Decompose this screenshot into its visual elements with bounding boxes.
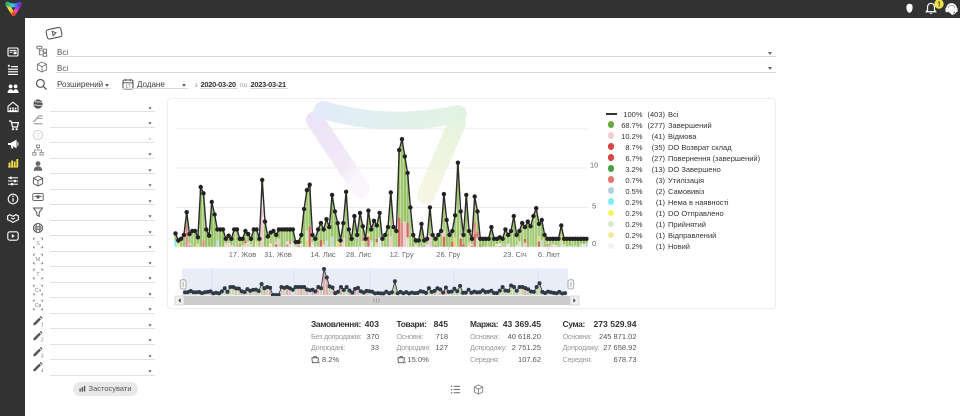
svg-text:3: 3: [41, 353, 44, 357]
svg-text:Сч: Сч: [35, 288, 42, 294]
svg-text:1: 1: [41, 322, 44, 326]
svg-text:Св: Св: [34, 303, 41, 309]
svg-text:x: x: [404, 361, 406, 364]
svg-text:2: 2: [41, 338, 44, 342]
svg-text:?: ?: [36, 133, 40, 139]
svg-text:T: T: [36, 272, 40, 278]
svg-text:4: 4: [41, 369, 44, 373]
svg-text:S: S: [36, 241, 40, 247]
svg-text:M: M: [36, 257, 41, 263]
svg-text:x: x: [319, 361, 321, 364]
